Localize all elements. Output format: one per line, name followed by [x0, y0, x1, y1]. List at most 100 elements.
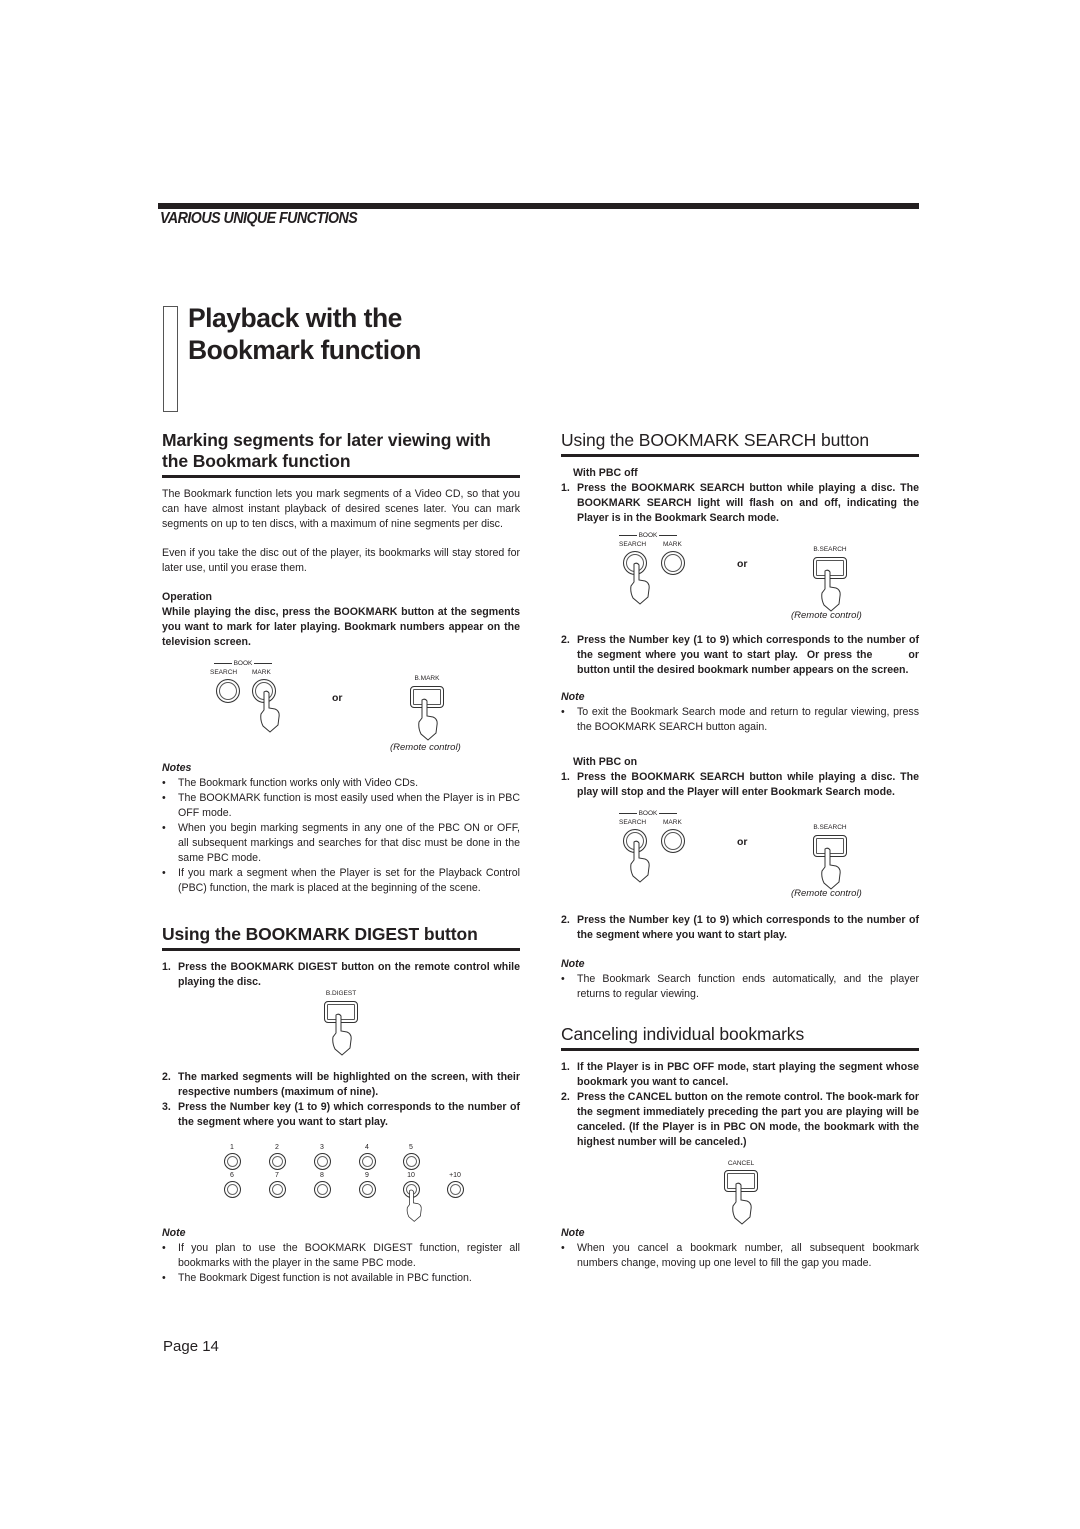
cancel-notes: • When you cancel a bookmark number, all …	[561, 1241, 919, 1271]
key-label: 4	[365, 1144, 369, 1151]
page-title-line2: Bookmark function	[188, 335, 421, 365]
number-key-plus10[interactable]	[447, 1181, 464, 1198]
remote-button-label: B.MARK	[414, 675, 440, 682]
pointing-hand-icon	[418, 698, 438, 741]
marking-para-1: The Bookmark function lets you mark segm…	[162, 488, 520, 530]
book-group-label: BOOK	[208, 660, 278, 667]
key-label: 8	[320, 1172, 324, 1179]
remote-button-label: B.SEARCH	[813, 824, 847, 831]
search-illustration-off: BOOK SEARCH MARK or B.SEARCH (Remote con…	[561, 532, 919, 627]
title-marker	[163, 306, 178, 412]
search-heading: Using the BOOKMARK SEARCH button	[561, 430, 919, 457]
key-label: 10	[407, 1172, 415, 1179]
note-item: • If you mark a segment when the Player i…	[162, 867, 520, 894]
step-item: 3. Press the Number key (1 to 9) which co…	[162, 1101, 520, 1128]
book-mark-button[interactable]	[661, 551, 685, 575]
pointing-hand-icon	[732, 1182, 752, 1225]
search-off-steps-b: 2. Press the Number key (1 to 9) which co…	[561, 633, 919, 678]
operation-text: While playing the disc, press the BOOKMA…	[162, 606, 520, 648]
number-key-4[interactable]	[359, 1153, 376, 1170]
remote-caption: (Remote control)	[791, 888, 862, 899]
note-item: • When you cancel a bookmark number, all …	[561, 1242, 919, 1269]
digest-heading: Using the BOOKMARK DIGEST button	[162, 924, 520, 951]
note-item: • To exit the Bookmark Search mode and re…	[561, 706, 919, 733]
key-label: 3	[320, 1144, 324, 1151]
key-label: 7	[275, 1172, 279, 1179]
step-item: 2. Press the CANCEL button on the remote …	[561, 1091, 919, 1148]
note-item: • If you plan to use the BOOKMARK DIGEST …	[162, 1242, 520, 1269]
mark-label: MARK	[663, 541, 682, 548]
remote-button-label: B.DIGEST	[325, 990, 357, 997]
number-key-7[interactable]	[269, 1181, 286, 1198]
search-off-notes: • To exit the Bookmark Search mode and re…	[561, 705, 919, 735]
mark-label: MARK	[252, 669, 271, 676]
search-illustration-on: BOOK SEARCH MARK or B.SEARCH (Remote con…	[561, 810, 919, 905]
cancel-steps: 1. If the Player is in PBC OFF mode, star…	[561, 1060, 919, 1150]
note-item: • The Bookmark Digest function is not ava…	[162, 1272, 472, 1284]
digest-notes: • If you plan to use the BOOKMARK DIGEST …	[162, 1241, 520, 1286]
pbc-on-label: With PBC on	[573, 756, 638, 768]
pointing-hand-icon	[821, 569, 841, 612]
bookmark-illustration: BOOK SEARCH MARK or B.MARK (Remote contr…	[162, 660, 520, 755]
step-item: 1. Press the BOOKMARK DIGEST button on th…	[162, 961, 520, 988]
or-label: or	[737, 558, 748, 570]
search-label: SEARCH	[619, 819, 647, 826]
digest-steps-b: 2. The marked segments will be highlighte…	[162, 1070, 520, 1130]
note-item: • The BOOKMARK function is most easily us…	[162, 792, 520, 819]
search-on-steps-a: 1. Press the BOOKMARK SEARCH button while…	[561, 770, 919, 800]
remote-caption: (Remote control)	[791, 610, 862, 621]
left-column: Marking segments for later viewing with …	[162, 430, 520, 1286]
step-item: 1. Press the BOOKMARK SEARCH button while…	[561, 771, 919, 798]
number-key-2[interactable]	[269, 1153, 286, 1170]
number-key-6[interactable]	[224, 1181, 241, 1198]
search-on-notes: • The Bookmark Search function ends autom…	[561, 972, 919, 1002]
cancel-heading: Canceling individual bookmarks	[561, 1024, 919, 1051]
mark-label: MARK	[663, 819, 682, 826]
remote-caption: (Remote control)	[390, 742, 461, 753]
section-tag: VARIOUS UNIQUE FUNCTIONS	[160, 210, 358, 227]
pointing-hand-icon	[821, 847, 841, 890]
search-on-steps-b: 2. Press the Number key (1 to 9) which co…	[561, 913, 919, 943]
book-mark-button[interactable]	[661, 829, 685, 853]
key-label: 2	[275, 1144, 279, 1151]
page-number: Page 14	[163, 1338, 219, 1355]
cancel-illustration: CANCEL	[561, 1160, 919, 1226]
search-off-steps-a: 1. Press the BOOKMARK SEARCH button while…	[561, 481, 919, 526]
digest-illustration: B.DIGEST	[162, 990, 520, 1062]
operation-label: Operation	[162, 591, 213, 603]
key-label: 1	[230, 1144, 234, 1151]
number-keypad: 1 2 3 4 5 6 7 8 9 10 +10	[162, 1144, 520, 1224]
or-label: or	[332, 692, 343, 704]
note-item: • The Bookmark Search function ends autom…	[561, 973, 919, 1000]
step-item: 1. If the Player is in PBC OFF mode, star…	[561, 1061, 919, 1088]
pointing-hand-icon	[260, 690, 280, 733]
book-search-button[interactable]	[216, 679, 240, 703]
marking-heading: Marking segments for later viewing with …	[162, 430, 520, 478]
step-item: 1. Press the BOOKMARK SEARCH button while…	[561, 482, 919, 524]
number-key-8[interactable]	[314, 1181, 331, 1198]
search-label: SEARCH	[619, 541, 647, 548]
right-column: Using the BOOKMARK SEARCH button With PB…	[561, 430, 919, 1271]
search-off-note-title: Note	[561, 691, 585, 703]
number-key-5[interactable]	[403, 1153, 420, 1170]
or-label: or	[737, 836, 748, 848]
number-key-9[interactable]	[359, 1181, 376, 1198]
note-item: • When you begin marking segments in any …	[162, 822, 520, 864]
number-key-1[interactable]	[224, 1153, 241, 1170]
pointing-hand-icon	[332, 1013, 352, 1056]
page-title: Playback with the Bookmark function	[188, 302, 421, 366]
pointing-hand-icon	[406, 1189, 422, 1222]
book-group-label: BOOK	[613, 810, 683, 817]
step-item: 2. The marked segments will be highlighte…	[162, 1071, 520, 1098]
number-key-3[interactable]	[314, 1153, 331, 1170]
remote-button-label: CANCEL	[727, 1160, 755, 1167]
search-on-note-title: Note	[561, 958, 585, 970]
header-rule	[158, 203, 919, 209]
book-group-label: BOOK	[613, 532, 683, 539]
page-title-line1: Playback with the	[188, 303, 402, 333]
marking-notes: • The Bookmark function works only with V…	[162, 776, 520, 896]
key-label: 9	[365, 1172, 369, 1179]
key-label: +10	[449, 1172, 461, 1179]
pointing-hand-icon	[630, 562, 650, 605]
note-item: • The Bookmark function works only with V…	[162, 777, 419, 789]
